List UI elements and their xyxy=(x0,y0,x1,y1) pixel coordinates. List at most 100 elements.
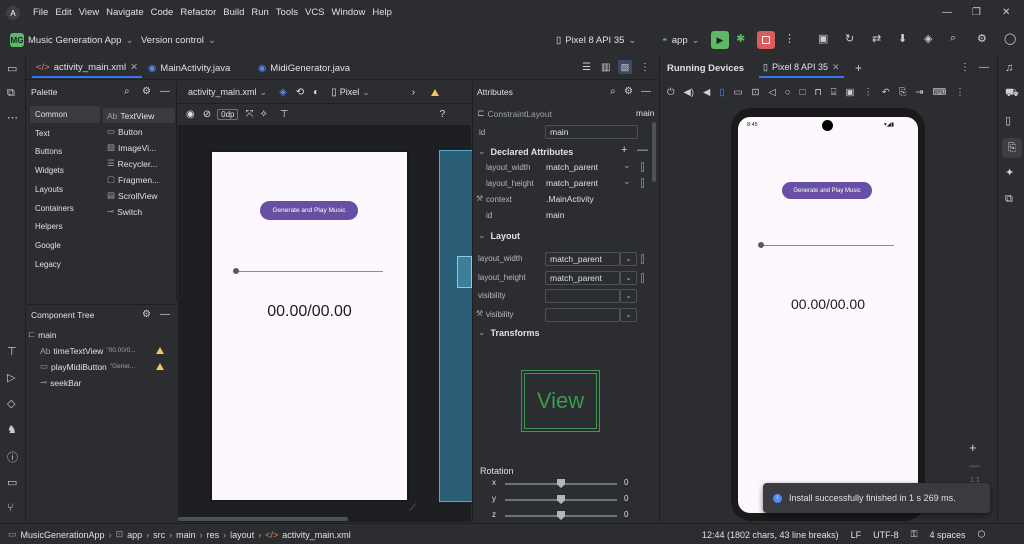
tab-device[interactable]: ▯ Pixel 8 API 35 ✕ xyxy=(759,58,844,78)
breadcrumb-item[interactable]: main xyxy=(176,530,196,540)
tree-item[interactable]: Ab timeTextView "00.00/0... xyxy=(40,343,164,358)
sdk-manager-icon[interactable]: ⬇ xyxy=(898,32,907,45)
more-tools-icon[interactable]: ⋯ xyxy=(7,111,18,124)
design-view-icon[interactable]: ▧ xyxy=(618,60,632,74)
settings-icon[interactable]: ⚙ xyxy=(142,86,151,97)
wear-icon[interactable]: ⊓ xyxy=(814,87,821,98)
project-selector[interactable]: MG Music Generation App ⌄ xyxy=(10,31,133,49)
settings-icon[interactable]: ⚙ xyxy=(142,309,151,320)
rotate-right-icon[interactable]: ▭ xyxy=(734,87,743,98)
menu-view[interactable]: View xyxy=(79,7,99,18)
seekbar-thumb[interactable] xyxy=(758,242,764,248)
indent-setting[interactable]: 4 spaces xyxy=(929,530,965,540)
minimize-panel-icon[interactable]: — xyxy=(160,86,170,97)
layout-attr-field[interactable]: match_parent xyxy=(545,270,620,285)
palette-category[interactable]: Layouts xyxy=(30,181,100,198)
gradle-icon[interactable]: ⛟ xyxy=(1005,87,1019,101)
autoconnect-off-icon[interactable]: ⊘ xyxy=(203,109,211,120)
settings-icon[interactable]: ⚙ xyxy=(977,32,987,45)
seekbar-thumb-preview[interactable] xyxy=(233,268,239,274)
declared-attributes-header[interactable]: ⌄ Declared Attributes xyxy=(478,146,573,157)
palette-category[interactable]: Google xyxy=(30,237,100,254)
restore-icon[interactable]: ❐ xyxy=(972,7,981,18)
remove-attribute-icon[interactable]: — xyxy=(637,144,648,156)
menu-code[interactable]: Code xyxy=(151,7,174,18)
minimize-panel-icon[interactable]: — xyxy=(641,86,651,97)
close-window-icon[interactable]: ✕ xyxy=(1002,7,1010,18)
volume-down-icon[interactable]: ◀ xyxy=(703,87,710,98)
device-selector[interactable]: ▯ Pixel 8 API 35 ⌄ xyxy=(556,31,636,49)
palette-widget[interactable]: ▨ ImageVi... xyxy=(103,140,175,155)
mirror-icon[interactable]: ⇥ xyxy=(916,87,924,98)
home-icon[interactable]: ○ xyxy=(785,87,791,98)
more-options-icon[interactable]: ⋮ xyxy=(960,62,970,73)
device-manager-tool-icon[interactable]: ▯ xyxy=(1005,114,1011,127)
tab-activity-main[interactable]: </> activity_main.xml ✕ xyxy=(32,58,143,78)
breadcrumb-item[interactable]: app xyxy=(127,530,142,540)
more-options-icon[interactable]: ⋮ xyxy=(784,32,795,45)
orientation-icon[interactable]: ⟲ xyxy=(296,87,304,98)
chevron-down-icon[interactable]: ⌄ xyxy=(623,160,631,171)
rotation-value[interactable]: 0 xyxy=(624,494,628,503)
chevron-right-icon[interactable]: › xyxy=(412,87,415,98)
close-icon[interactable]: ✕ xyxy=(832,62,840,73)
breadcrumb-item[interactable]: src xyxy=(153,530,165,540)
chevron-down-icon[interactable]: ⌄ xyxy=(620,270,637,285)
gemini-icon[interactable]: ✦ xyxy=(1005,166,1014,179)
menu-tools[interactable]: Tools xyxy=(276,7,298,18)
code-view-icon[interactable]: ☰ xyxy=(582,62,591,73)
power-icon[interactable]: ⏻ xyxy=(667,87,675,98)
screen-record-icon[interactable]: ▣ xyxy=(845,87,854,98)
clear-constraints-icon[interactable]: ⤧ xyxy=(245,109,253,120)
zoom-in-icon[interactable]: + xyxy=(969,440,977,455)
search-icon[interactable]: ⌕ xyxy=(950,32,956,45)
more-icon[interactable]: ⋮ xyxy=(955,87,965,98)
menu-navigate[interactable]: Navigate xyxy=(106,7,144,18)
palette-widget[interactable]: ▭ Button xyxy=(103,124,175,139)
close-icon[interactable]: ✕ xyxy=(130,62,138,73)
warning-icon[interactable] xyxy=(156,363,164,370)
device-explorer-icon[interactable]: ⧉ xyxy=(1005,193,1013,206)
resize-handle-icon[interactable]: ⟋ xyxy=(409,503,416,514)
horizontal-scrollbar[interactable] xyxy=(178,517,348,521)
screenshot-icon[interactable]: ⌸ xyxy=(831,87,837,98)
palette-category[interactable]: Containers xyxy=(30,200,100,217)
rotation-value[interactable]: 0 xyxy=(624,510,628,519)
menu-run[interactable]: Run xyxy=(251,7,268,18)
tab-main-activity[interactable]: ◉ MainActivity.java xyxy=(144,58,234,78)
search-icon[interactable]: ⌕ xyxy=(124,86,130,97)
declared-attr-value[interactable]: main xyxy=(546,210,564,220)
device-screen[interactable]: 8:45 ▾◢▮ Generate and Play Music 00.00/0… xyxy=(738,117,918,513)
build-tool-icon[interactable]: ⊤ xyxy=(7,345,17,358)
add-attribute-icon[interactable]: + xyxy=(621,144,627,156)
design-preview-phone[interactable]: Generate and Play Music 00.00/00.00 xyxy=(210,150,409,502)
warning-icon[interactable] xyxy=(156,347,164,354)
project-tool-icon[interactable]: ▭ xyxy=(7,62,17,75)
breadcrumb-item[interactable]: res xyxy=(207,530,220,540)
clipboard-icon[interactable]: ⎘ xyxy=(899,87,907,98)
add-device-icon[interactable]: + xyxy=(855,61,862,75)
palette-category[interactable]: Helpers xyxy=(30,218,100,235)
rotation-value[interactable]: 0 xyxy=(624,478,628,487)
palette-widget[interactable]: ☰ Recycler... xyxy=(103,156,175,171)
search-icon[interactable]: ⌕ xyxy=(610,86,616,97)
tree-root[interactable]: ⊏ main xyxy=(28,327,57,342)
night-mode-icon[interactable]: ◐ xyxy=(313,87,319,98)
terminal-icon[interactable]: ▭ xyxy=(7,476,17,489)
design-blueprint-icon[interactable]: ◈ xyxy=(279,87,287,98)
more-options-icon[interactable]: ⋮ xyxy=(640,62,650,73)
eye-icon[interactable]: ◉ xyxy=(186,109,195,120)
stop-button[interactable] xyxy=(757,31,775,49)
palette-widget[interactable]: Ab TextView xyxy=(103,108,175,123)
chevron-down-icon[interactable]: ⌄ xyxy=(620,307,637,322)
tab-midi-generator[interactable]: ◉ MidiGenerator.java xyxy=(254,58,354,78)
debug-icon[interactable]: ✱ xyxy=(736,32,745,45)
overview-icon[interactable]: □ xyxy=(800,87,806,98)
blueprint-preview[interactable] xyxy=(439,150,473,502)
menu-refactor[interactable]: Refactor xyxy=(180,7,216,18)
generate-play-button-preview[interactable]: Generate and Play Music xyxy=(260,201,358,220)
undo-icon[interactable]: ↶ xyxy=(882,87,890,98)
device-dropdown[interactable]: Pixel xyxy=(340,87,360,97)
account-icon[interactable]: ◯ xyxy=(1004,32,1016,45)
seekbar-track[interactable] xyxy=(762,245,894,246)
